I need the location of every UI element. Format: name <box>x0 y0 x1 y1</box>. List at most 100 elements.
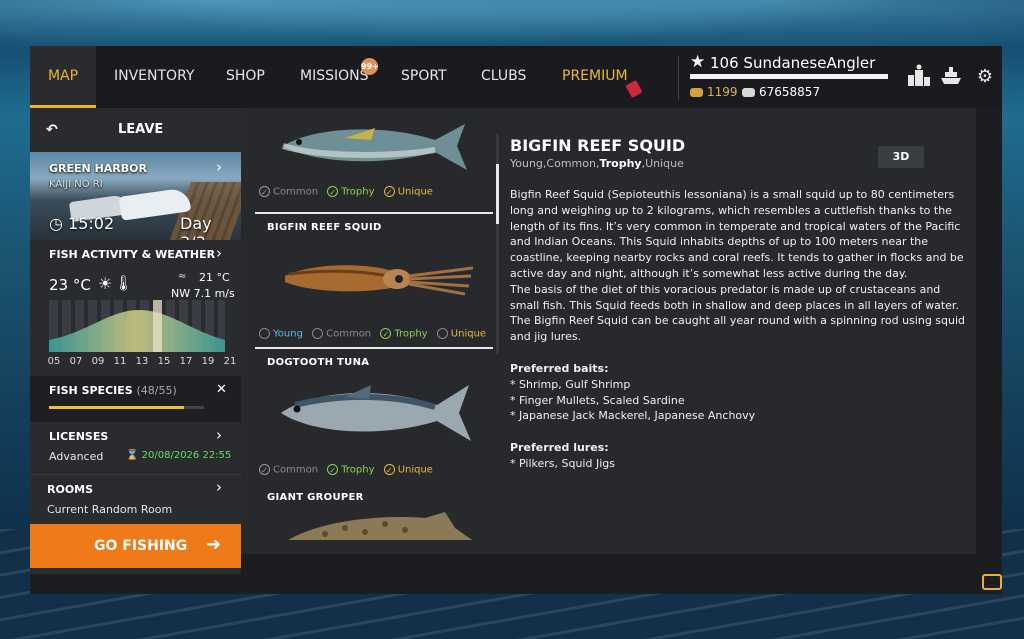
chevron-right-icon: › <box>216 158 222 176</box>
rooms-panel[interactable]: ROOMS › Current Random Room <box>30 474 241 524</box>
weather-panel[interactable]: FISH ACTIVITY & WEATHER › 23 °C ☀ 🌡 ≈ 21… <box>30 240 241 376</box>
tab-label: CLUBS <box>481 68 527 84</box>
location-name: GREEN HARBOR <box>49 162 147 175</box>
check-icon: ✓ <box>327 186 339 197</box>
chevron-right-icon: › <box>216 478 222 496</box>
fish-tags: Young Common ✓ Trophy Unique <box>259 328 492 340</box>
fish-card-title: DOGTOOTH TUNA <box>267 357 370 368</box>
settings-gear-icon[interactable]: ⚙ <box>972 64 998 90</box>
fish-card[interactable]: DOGTOOTH TUNA ✓ Common ✓ Trophy ✓ Unique <box>255 351 493 486</box>
tag-common: ✓ Common <box>259 186 318 198</box>
hour-label: 09 <box>91 356 105 367</box>
fish-description: Bigfin Reef Squid (Sepioteuthis lessonia… <box>510 187 970 472</box>
room-name: Current Random Room <box>47 503 173 516</box>
tab-label: PREMIUM <box>562 68 628 84</box>
fish-card-title: BIGFIN REEF SQUID <box>267 222 382 233</box>
check-icon: ✓ <box>259 186 270 197</box>
hour-axis: 05 07 09 11 13 15 17 19 21 <box>46 356 237 370</box>
silver-coin-icon <box>742 88 755 97</box>
star-icon: ★ <box>690 52 706 72</box>
preferred-lures: Preferred lures: * Pilkers, Squid Jigs <box>510 440 970 472</box>
fish-card[interactable]: ✓ Common ✓ Trophy ✓ Unique <box>255 108 493 216</box>
fish-card-selected[interactable]: BIGFIN REEF SQUID Young Common ✓ Trophy U… <box>255 216 493 352</box>
location-card[interactable]: GREEN HARBOR KAIJI NO RI › ◷ 15:02 Day 3… <box>30 152 241 240</box>
fish-card-title: GIANT GROUPER <box>267 492 364 503</box>
view-3d-button[interactable]: 3D <box>878 146 924 168</box>
description-paragraph: Bigfin Reef Squid (Sepioteuthis lessonia… <box>510 188 964 280</box>
podium-icon[interactable] <box>906 64 932 90</box>
fish-categories: Young,Common,Trophy,Unique <box>510 157 684 170</box>
grouper-image <box>288 512 473 540</box>
card-separator <box>255 347 493 349</box>
lure-item: * Pilkers, Squid Jigs <box>510 456 615 470</box>
tag-unique: ✓ Unique <box>383 186 433 198</box>
top-nav: MAP INVENTORY SHOP MISSIONS 99+ SPORT CL… <box>30 46 1002 108</box>
hour-label: 05 <box>47 356 61 367</box>
tab-sport[interactable]: SPORT <box>401 46 447 108</box>
sun-icon: ☀ <box>98 274 113 293</box>
ship-icon[interactable] <box>938 64 964 90</box>
tag-unique: ✓ Unique <box>383 464 433 476</box>
description-paragraph: The basis of the diet of this voracious … <box>510 282 966 344</box>
air-temperature: 23 °C <box>49 276 91 294</box>
tab-premium[interactable]: PREMIUM <box>562 46 628 108</box>
species-progress-bar <box>49 406 204 409</box>
tag-young: Young <box>259 328 303 340</box>
dogtooth-tuna-image <box>281 385 471 441</box>
wind-speed: NW 7.1 m/s <box>171 287 235 300</box>
tab-map[interactable]: MAP <box>30 46 96 108</box>
arrow-right-icon: ➜ <box>206 534 222 555</box>
squid-image <box>285 265 474 296</box>
tab-clubs[interactable]: CLUBS <box>481 46 526 108</box>
card-separator <box>255 212 493 214</box>
player-info[interactable]: ★ 106 SundaneseAngler 1199 67658857 <box>690 52 890 104</box>
tab-inventory[interactable]: INVENTORY <box>114 46 194 108</box>
xp-bar <box>690 74 888 79</box>
tab-label: INVENTORY <box>114 68 195 84</box>
water-wave-icon: ≈ <box>178 271 187 282</box>
go-fishing-button[interactable]: GO FISHING ➜ <box>30 524 241 568</box>
check-icon: ✓ <box>383 464 395 475</box>
list-scroll-thumb[interactable] <box>496 164 499 224</box>
chat-icon[interactable] <box>982 574 1002 590</box>
fish-detail-title: BIGFIN REEF SQUID <box>510 136 686 155</box>
tag-common: Common <box>312 328 371 340</box>
sidebar: ↶ LEAVE GREEN HARBOR KAIJI NO RI › ◷ 15:… <box>30 108 241 574</box>
tab-label: SPORT <box>401 68 447 84</box>
license-expiry: ⌛ 20/08/2026 22:55 <box>126 450 232 461</box>
licenses-title: LICENSES <box>49 430 109 443</box>
fish-tags: ✓ Common ✓ Trophy ✓ Unique <box>259 464 439 476</box>
tab-shop[interactable]: SHOP <box>226 46 265 108</box>
hour-label: 07 <box>69 356 83 367</box>
baits-heading: Preferred baits: <box>510 361 609 375</box>
tab-missions[interactable]: MISSIONS <box>300 46 369 108</box>
fish-species-panel[interactable]: FISH SPECIES (48/55) ✕ <box>30 376 241 422</box>
gold-coin-icon <box>690 88 703 97</box>
leave-button[interactable]: ↶ LEAVE <box>30 108 241 152</box>
location-subname: KAIJI NO RI <box>49 179 103 190</box>
hour-label: 19 <box>201 356 215 367</box>
licenses-panel[interactable]: LICENSES › Advanced ⌛ 20/08/2026 22:55 <box>30 422 241 475</box>
chevron-right-icon: › <box>216 426 222 444</box>
chevron-right-icon: › <box>216 244 222 262</box>
back-arrow-icon: ↶ <box>46 122 58 138</box>
fish-card[interactable]: GIANT GROUPER <box>255 486 493 540</box>
hour-label: 21 <box>223 356 237 367</box>
player-level-name: 106 SundaneseAngler <box>710 54 876 72</box>
tag-trophy: ✓ Trophy <box>327 464 375 476</box>
hour-label: 11 <box>113 356 127 367</box>
missions-badge: 99+ <box>361 58 379 75</box>
hour-label: 17 <box>179 356 193 367</box>
tag-unique: Unique <box>436 328 486 340</box>
empty-check-icon <box>259 328 270 339</box>
weather-title: FISH ACTIVITY & WEATHER <box>49 248 216 261</box>
go-fishing-label: GO FISHING <box>94 538 188 554</box>
tab-label: MAP <box>47 68 79 84</box>
check-icon: ✓ <box>259 464 270 475</box>
species-progress-fill <box>49 406 184 409</box>
hour-label: 13 <box>135 356 149 367</box>
fish-list[interactable]: ✓ Common ✓ Trophy ✓ Unique BIGFIN REEF SQUI… <box>241 108 496 540</box>
close-icon[interactable]: ✕ <box>216 382 227 397</box>
bait-item: * Japanese Jack Mackerel, Japanese Ancho… <box>510 409 756 423</box>
fish-tags: ✓ Common ✓ Trophy ✓ Unique <box>259 186 439 198</box>
